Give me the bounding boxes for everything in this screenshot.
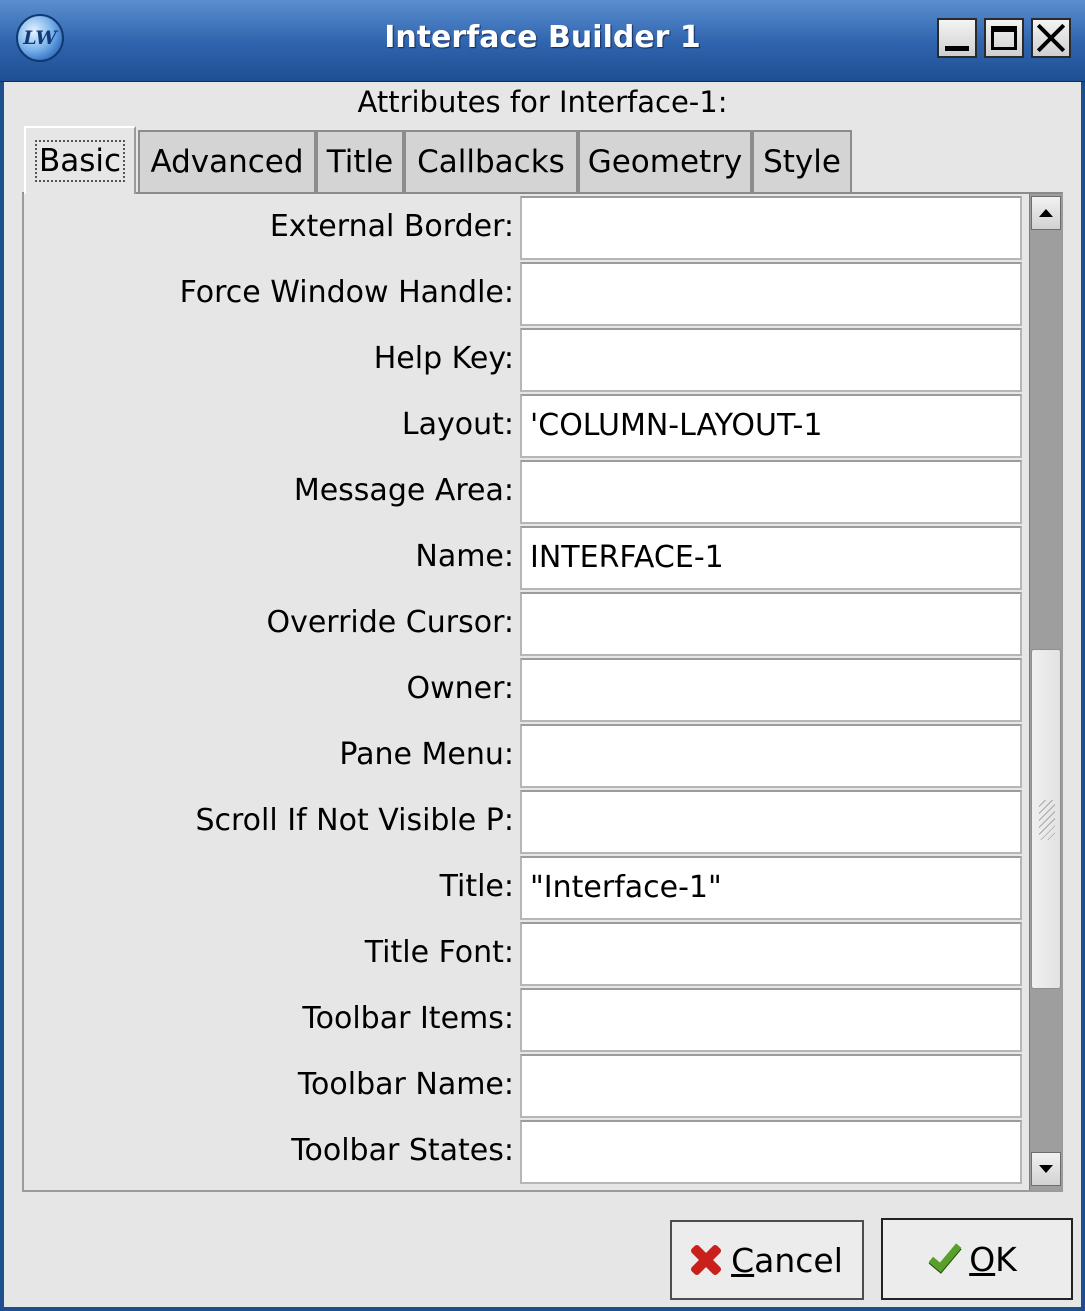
attribute-row-toolbar-states: Toolbar States:: [24, 1118, 1027, 1184]
red-x-icon: [691, 1245, 721, 1275]
scroll-if-not-visible-field[interactable]: [520, 790, 1022, 854]
attribute-label: Name:: [415, 539, 514, 574]
attribute-row-toolbar-name: Toolbar Name:: [24, 1052, 1027, 1118]
ok-label: OK: [969, 1240, 1017, 1279]
attribute-row-layout: Layout: 'COLUMN-LAYOUT-1: [24, 392, 1027, 458]
attribute-label: Toolbar Name:: [297, 1067, 514, 1102]
attributes-form: External Border: Force Window Handle: He…: [24, 194, 1027, 1190]
interface-builder-window: LW Interface Builder 1 Attributes for In…: [0, 0, 1085, 1311]
tab-title[interactable]: Title: [316, 130, 404, 192]
cancel-label-rest: ancel: [754, 1240, 843, 1280]
attribute-label: Title:: [439, 869, 514, 904]
cancel-button[interactable]: Cancel: [670, 1220, 864, 1300]
close-icon: [1037, 24, 1065, 52]
attribute-row-scroll-if-not-visible: Scroll If Not Visible P:: [24, 788, 1027, 854]
attribute-label: Toolbar Items:: [302, 1001, 514, 1036]
attribute-row-pane-menu: Pane Menu:: [24, 722, 1027, 788]
attribute-label: Layout:: [401, 407, 514, 442]
attribute-row-message-area: Message Area:: [24, 458, 1027, 524]
attribute-label: Pane Menu:: [339, 737, 514, 772]
force-window-handle-field[interactable]: [520, 262, 1022, 326]
attribute-row-external-border: External Border:: [24, 194, 1027, 260]
name-field[interactable]: INTERFACE-1: [520, 526, 1022, 590]
attribute-row-owner: Owner:: [24, 656, 1027, 722]
tab-basic[interactable]: Basic: [24, 126, 136, 194]
attribute-label: Toolbar States:: [291, 1133, 514, 1168]
green-checkmark-icon: [928, 1237, 962, 1273]
attribute-label: External Border:: [269, 209, 514, 244]
attribute-label: Override Cursor:: [266, 605, 514, 640]
scroll-up-button[interactable]: [1031, 196, 1061, 230]
external-border-field[interactable]: [520, 196, 1022, 260]
grip-icon: [1039, 800, 1055, 840]
ok-mnemonic: O: [969, 1239, 996, 1279]
override-cursor-field[interactable]: [520, 592, 1022, 656]
attribute-label: Title Font:: [364, 935, 514, 970]
minimize-icon: [945, 45, 969, 51]
attribute-label: Owner:: [406, 671, 514, 706]
ok-label-rest: K: [995, 1239, 1017, 1279]
title-bar[interactable]: LW Interface Builder 1: [0, 0, 1085, 82]
attribute-label: Force Window Handle:: [179, 275, 514, 310]
attributes-heading: Attributes for Interface-1:: [357, 85, 728, 119]
attribute-row-force-window-handle: Force Window Handle:: [24, 260, 1027, 326]
tab-label: Advanced: [150, 144, 304, 180]
attribute-label: Scroll If Not Visible P:: [195, 803, 514, 838]
attribute-row-help-key: Help Key:: [24, 326, 1027, 392]
attribute-row-override-cursor: Override Cursor:: [24, 590, 1027, 656]
toolbar-states-field[interactable]: [520, 1120, 1022, 1184]
attribute-label: Help Key:: [373, 341, 514, 376]
minimize-button[interactable]: [937, 18, 977, 58]
tab-label: Style: [763, 144, 841, 180]
tab-label: Basic: [34, 140, 126, 182]
tab-label: Title: [326, 144, 394, 180]
tab-label: Callbacks: [417, 144, 565, 180]
attribute-row-name: Name: INTERFACE-1: [24, 524, 1027, 590]
message-area-field[interactable]: [520, 460, 1022, 524]
arrow-up-icon: [1039, 209, 1053, 217]
scrollbar-thumb[interactable]: [1031, 649, 1061, 989]
tab-geometry[interactable]: Geometry: [578, 130, 752, 192]
cancel-label: Cancel: [731, 1241, 843, 1280]
attributes-panel: External Border: Force Window Handle: He…: [22, 192, 1063, 1192]
lispworks-logo-icon[interactable]: LW: [16, 14, 64, 62]
toolbar-items-field[interactable]: [520, 988, 1022, 1052]
tab-label: Geometry: [587, 144, 743, 180]
vertical-scrollbar[interactable]: [1029, 194, 1061, 1190]
attribute-row-title: Title: "Interface-1": [24, 854, 1027, 920]
tab-callbacks[interactable]: Callbacks: [404, 130, 578, 192]
title-font-field[interactable]: [520, 922, 1022, 986]
layout-field[interactable]: 'COLUMN-LAYOUT-1: [520, 394, 1022, 458]
tab-advanced[interactable]: Advanced: [138, 130, 316, 192]
arrow-down-icon: [1039, 1165, 1053, 1173]
ok-button[interactable]: OK: [881, 1218, 1073, 1300]
maximize-button[interactable]: [984, 18, 1024, 58]
window-title: Interface Builder 1: [384, 20, 701, 55]
cancel-mnemonic: C: [731, 1240, 755, 1280]
attribute-row-toolbar-items: Toolbar Items:: [24, 986, 1027, 1052]
attribute-label: Message Area:: [293, 473, 514, 508]
owner-field[interactable]: [520, 658, 1022, 722]
scroll-down-button[interactable]: [1031, 1152, 1061, 1186]
toolbar-name-field[interactable]: [520, 1054, 1022, 1118]
title-field[interactable]: "Interface-1": [520, 856, 1022, 920]
dialog-body: Attributes for Interface-1: Basic Advanc…: [4, 82, 1081, 1307]
pane-menu-field[interactable]: [520, 724, 1022, 788]
close-button[interactable]: [1031, 18, 1071, 58]
tab-style[interactable]: Style: [752, 130, 852, 192]
help-key-field[interactable]: [520, 328, 1022, 392]
maximize-icon: [991, 26, 1017, 50]
attribute-row-title-font: Title Font:: [24, 920, 1027, 986]
